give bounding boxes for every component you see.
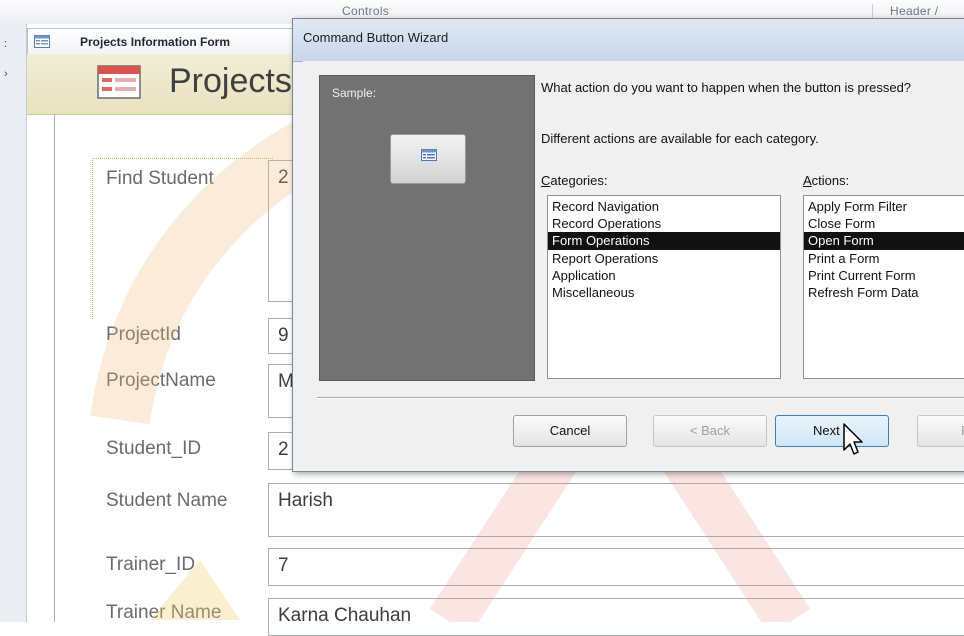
tab-projects-information-form[interactable]: Projects Information Form (27, 28, 329, 55)
trainer-id-input[interactable]: 7 (268, 548, 964, 586)
form-icon (97, 65, 141, 99)
categories-label: Categories: (541, 173, 608, 188)
category-miscellaneous[interactable]: Miscellaneous (552, 284, 634, 302)
sample-label: Sample: (332, 86, 377, 100)
field-label-trainer-id: Trainer_ID (106, 554, 196, 575)
actions-label: Actions: (803, 173, 850, 188)
field-label-projectname: ProjectName (106, 370, 216, 391)
sample-preview-panel: Sample: (319, 75, 535, 381)
action-refresh-form-data[interactable]: Refresh Form Data (808, 284, 919, 302)
nav-colon-icon: : (4, 38, 8, 50)
field-label-projectid: ProjectId (106, 324, 181, 345)
next-button[interactable]: Next > (775, 415, 889, 447)
field-value: Karna Chauhan (278, 605, 412, 626)
field-label-find-student: Find Student (106, 168, 214, 189)
field-label-trainer-name: Trainer Name (106, 602, 222, 623)
student-name-input[interactable]: Harish (268, 483, 964, 537)
category-record-navigation[interactable]: Record Navigation (552, 198, 659, 216)
field-label-student-name: Student Name (106, 490, 228, 511)
category-record-operations[interactable]: Record Operations (552, 215, 661, 233)
categories-listbox[interactable]: Record Navigation Record Operations Form… (547, 195, 781, 379)
wizard-hint: Different actions are available for each… (541, 131, 819, 146)
command-button-wizard-dialog: Command Button Wizard Sample: What actio… (292, 18, 964, 472)
category-report-operations[interactable]: Report Operations (552, 250, 658, 268)
action-print-a-form[interactable]: Print a Form (808, 250, 880, 268)
dialog-body: Sample: What action do you want to happe… (303, 61, 964, 461)
dialog-titlebar[interactable]: Command Button Wizard (293, 19, 964, 62)
finish-button[interactable]: Fi (917, 415, 964, 447)
dialog-title: Command Button Wizard (303, 30, 449, 45)
field-value: 9 (278, 325, 289, 346)
dialog-divider (317, 397, 964, 399)
tab-label: Projects Information Form (80, 35, 231, 49)
actions-listbox[interactable]: Apply Form Filter Close Form Open Form P… (803, 195, 964, 379)
cancel-button[interactable]: Cancel (513, 415, 627, 447)
navigation-pane-strip[interactable]: : › (0, 24, 27, 622)
nav-chevron-icon[interactable]: › (4, 68, 8, 80)
action-close-form[interactable]: Close Form (808, 215, 875, 233)
form-title: Projects (169, 62, 292, 100)
action-apply-form-filter[interactable]: Apply Form Filter (808, 198, 907, 216)
field-value: Harish (278, 490, 333, 511)
trainer-name-input[interactable]: Karna Chauhan (268, 598, 964, 636)
wizard-question: What action do you want to happen when t… (541, 80, 912, 95)
action-open-form[interactable]: Open Form (804, 232, 964, 250)
ribbon-group-header: Header / (890, 4, 939, 18)
field-label-student-id: Student_ID (106, 438, 202, 459)
field-value: 2 (278, 167, 289, 188)
category-application[interactable]: Application (552, 267, 616, 285)
field-value: 2 (278, 439, 289, 460)
field-value: 7 (278, 555, 289, 576)
action-print-current-form[interactable]: Print Current Form (808, 267, 916, 285)
mouse-cursor-icon (843, 423, 863, 455)
sample-button-icon (421, 149, 437, 161)
back-button[interactable]: < Back (653, 415, 767, 447)
ribbon-group-controls: Controls (342, 4, 390, 18)
category-form-operations[interactable]: Form Operations (548, 232, 780, 250)
sample-button (390, 134, 466, 184)
form-section-border (54, 114, 55, 622)
form-icon (34, 35, 50, 48)
ribbon-separator (872, 4, 873, 18)
